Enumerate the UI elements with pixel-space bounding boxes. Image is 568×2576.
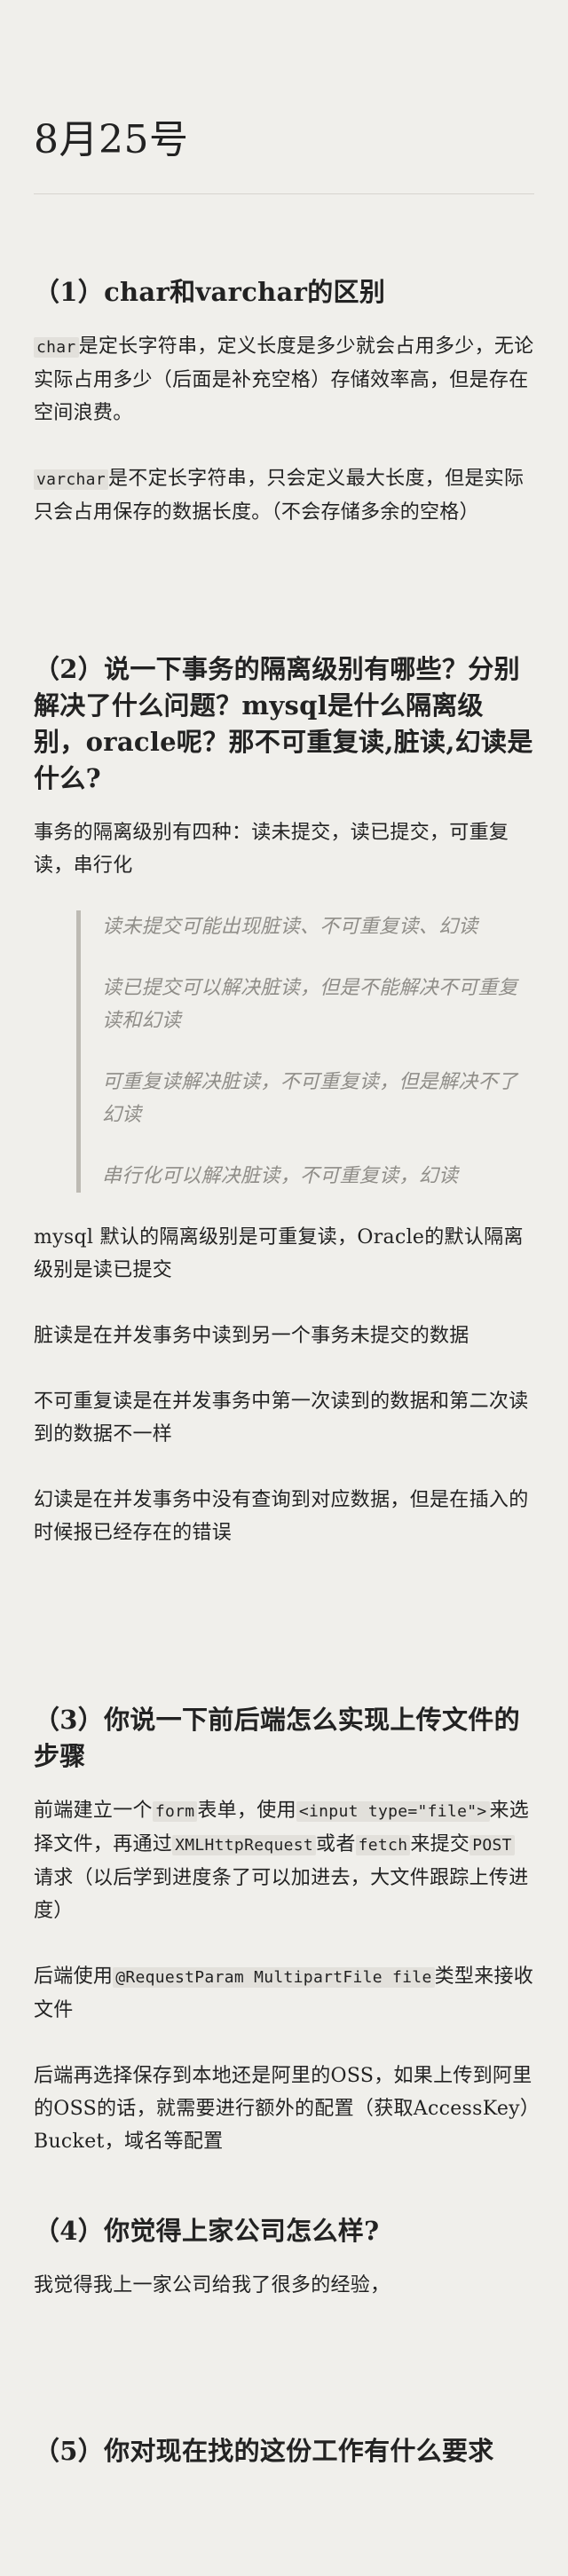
mysql-oracle-default-paragraph: mysql 默认的隔离级别是可重复读，Oracle的默认隔离级别是读已提交 bbox=[34, 1226, 524, 1281]
section-2: （2）说一下事务的隔离级别有哪些？分别解决了什么问题？mysql是什么隔离级别，… bbox=[34, 651, 534, 1549]
previous-company-paragraph: 我觉得我上一家公司给我了很多的经验， bbox=[34, 2274, 390, 2296]
page-title: 8月25号 bbox=[34, 117, 189, 162]
dirty-read-paragraph: 脏读是在并发事务中读到另一个事务未提交的数据 bbox=[34, 1325, 469, 1347]
section-4: （4）你觉得上家公司怎么样? 我觉得我上一家公司给我了很多的经验， bbox=[34, 2213, 534, 2302]
char-text: 是定长字符串，定义长度是多少就会占用多少，无论实际占用多少（后面是补充空格）存储… bbox=[34, 335, 534, 424]
inline-code-char: char bbox=[34, 337, 79, 358]
non-repeatable-read-paragraph: 不可重复读是在并发事务中第一次读到的数据和第二次读到的数据不一样 bbox=[34, 1390, 529, 1446]
document-page: 8月25号 （1）char和varchar的区别 char 是定长字符串，定义长度… bbox=[0, 0, 568, 2576]
text-fragment: 或者 bbox=[316, 1833, 356, 1855]
section-3: （3）你说一下前后端怎么实现上传文件的步骤 前端建立一个 form 表单，使用 <in… bbox=[34, 1702, 534, 2158]
section-5-heading: （5）你对现在找的这份工作有什么要求 bbox=[34, 2436, 494, 2466]
inline-code-xmlhttprequest: XMLHttpRequest bbox=[172, 1835, 317, 1855]
section-1: （1）char和varchar的区别 char 是定长字符串，定义长度是多少就会占… bbox=[34, 274, 534, 529]
section-5: （5）你对现在找的这份工作有什么要求 bbox=[34, 2433, 534, 2470]
section-2-heading: （2）说一下事务的隔离级别有哪些？分别解决了什么问题？mysql是什么隔离级别，… bbox=[34, 654, 533, 793]
frontend-upload-paragraph: 前端建立一个 form 表单，使用 <input type="file"> 来选择文件，… bbox=[34, 1794, 534, 1927]
section-1-paragraph-char: char 是定长字符串，定义长度是多少就会占用多少，无论实际占用多少（后面是补充空… bbox=[34, 330, 534, 429]
text-fragment: 表单，使用 bbox=[197, 1800, 296, 1822]
inline-code-varchar: varchar bbox=[34, 469, 108, 490]
quote-repeatable-read: 可重复读解决脏读，不可重复读，但是解决不了幻读 bbox=[102, 1071, 518, 1126]
text-fragment: 前端建立一个 bbox=[34, 1800, 153, 1822]
text-fragment: 来提交 bbox=[410, 1833, 470, 1855]
quote-serializable: 串行化可以解决脏读，不可重复读，幻读 bbox=[102, 1165, 459, 1187]
isolation-levels-intro: 事务的隔离级别有四种：读未提交，读已提交，可重复读，串行化 bbox=[34, 822, 509, 877]
section-1-heading: （1）char和varchar的区别 bbox=[34, 277, 386, 307]
quote-read-committed: 读已提交可以解决脏读，但是不能解决不可重复读和幻读 bbox=[102, 977, 518, 1032]
backend-receive-paragraph: 后端使用 @RequestParam MultipartFile file 类型来接… bbox=[34, 1960, 534, 2027]
section-4-heading: （4）你觉得上家公司怎么样? bbox=[34, 2216, 380, 2246]
inline-code-input-file: <input type="file"> bbox=[296, 1801, 490, 1822]
section-1-paragraph-varchar: varchar 是不定长字符串，只会定义最大长度，但是实际只会占用保存的数据长度。… bbox=[34, 462, 534, 529]
inline-code-form: form bbox=[152, 1801, 198, 1822]
inline-code-post: POST bbox=[469, 1835, 515, 1855]
backend-storage-paragraph: 后端再选择保存到本地还是阿里的OSS，如果上传到阿里的OSS的话，就需要进行额外… bbox=[34, 2065, 532, 2153]
section-3-heading: （3）你说一下前后端怎么实现上传文件的步骤 bbox=[34, 1705, 520, 1771]
inline-code-requestparam: @RequestParam MultipartFile file bbox=[113, 1967, 435, 1988]
inline-code-fetch: fetch bbox=[355, 1835, 411, 1855]
title-divider bbox=[34, 193, 534, 194]
phantom-read-paragraph: 幻读是在并发事务中没有查询到对应数据，但是在插入的时候报已经存在的错误 bbox=[34, 1489, 529, 1544]
isolation-levels-blockquote: 读未提交可能出现脏读、不可重复读、幻读 读已提交可以解决脏读，但是不能解决不可重… bbox=[76, 910, 534, 1193]
text-fragment: 后端使用 bbox=[34, 1965, 114, 1988]
quote-read-uncommitted: 读未提交可能出现脏读、不可重复读、幻读 bbox=[102, 916, 478, 938]
text-fragment: 请求（以后学到进度条了可以加进去，大文件跟踪上传进度） bbox=[34, 1867, 529, 1922]
